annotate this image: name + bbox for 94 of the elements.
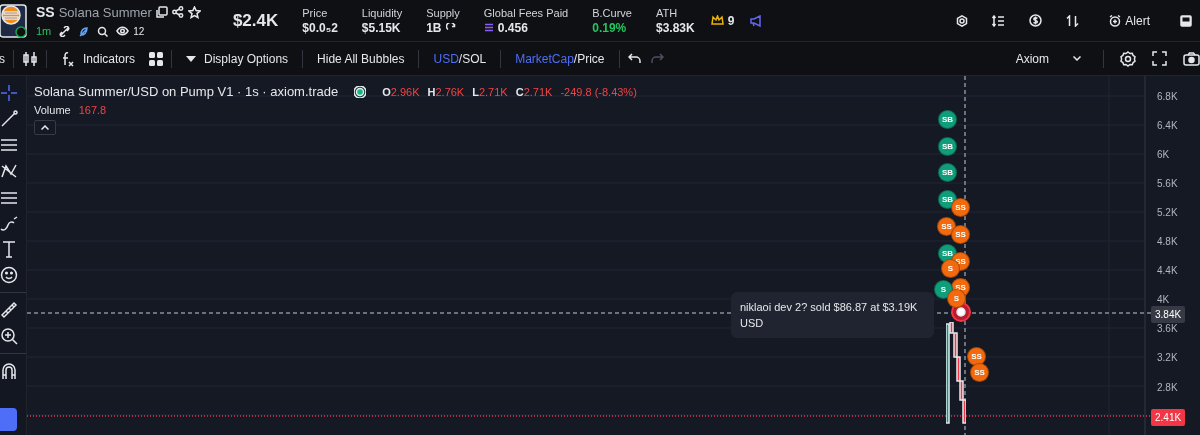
stat-value: $5.15K	[361, 19, 401, 36]
panel-icon[interactable]	[1180, 14, 1192, 27]
axis-label: 6K	[1157, 148, 1170, 162]
undo-icon[interactable]	[627, 52, 642, 65]
settings-icon[interactable]	[1120, 50, 1136, 67]
watcher-count: 12	[133, 24, 145, 39]
axis-label: 4.8K	[1157, 235, 1178, 249]
list-icon[interactable]	[992, 14, 1006, 27]
volume-value: 167.8	[78, 103, 107, 118]
trade-tooltip: niklaoi dev 2? sold $86.87 at $3.19K USD	[731, 292, 934, 338]
axis-label: 5.2K	[1157, 206, 1178, 220]
trade-bubble: SS	[970, 363, 989, 382]
stat-value: $3.83K	[655, 19, 695, 36]
hide-bubbles-button[interactable]: Hide All Bubbles	[311, 47, 411, 70]
chart-title: Solana Summer/USD on Pump V1 · 1s · axiom.trade	[34, 83, 339, 101]
function-icon	[61, 50, 75, 67]
ohlc-value: L2.71K	[472, 84, 508, 100]
ruler-icon[interactable]	[0, 301, 18, 319]
axis-label: 3.6K	[1157, 322, 1178, 336]
ohlc-value: O2.96K	[382, 84, 420, 100]
last-price: 2.41K	[1151, 409, 1186, 426]
axis-label: 3.2K	[1157, 351, 1178, 365]
crown-icon	[710, 15, 724, 26]
unit-toggle[interactable]: USD/SOL	[427, 47, 493, 70]
trade-bubble: SS	[937, 217, 956, 236]
trade-bubble: SS	[967, 347, 986, 366]
stat-label: Price	[302, 5, 329, 20]
alert-button[interactable]: Alert	[1103, 9, 1156, 32]
trade-bubble: SB	[938, 163, 957, 182]
stat-label: Supply	[426, 5, 460, 20]
smiley-icon[interactable]	[0, 266, 18, 284]
unit-toggle[interactable]: MarketCap/Price	[509, 47, 611, 70]
source-dropdown[interactable]: Axiom	[1009, 47, 1087, 70]
crosshair-icon[interactable]	[0, 84, 18, 102]
text-icon[interactable]	[0, 240, 18, 258]
status-dot	[354, 85, 367, 98]
trade-bubble: SB	[938, 110, 957, 129]
star-icon[interactable]	[187, 5, 201, 19]
stat-label: Global Fees Paid	[483, 5, 569, 20]
display-options-button[interactable]: Display Options	[180, 47, 295, 70]
grid-icon[interactable]	[149, 51, 164, 66]
token-age: 1m	[36, 23, 52, 39]
caret-icon	[186, 55, 197, 62]
stat-value: 0.456	[497, 19, 528, 36]
share-icon[interactable]	[171, 6, 184, 19]
price-change: -249.8 (-8.43%)	[560, 84, 637, 100]
trade-bubble: SS	[951, 225, 970, 244]
token-ticker: SS	[36, 2, 55, 22]
axis-label: 4K	[1157, 293, 1170, 307]
axis-label: 2.8K	[1157, 381, 1178, 395]
axis-label: 5.6K	[1157, 177, 1178, 191]
eye-icon	[116, 26, 130, 36]
trade-bubble: SB	[938, 137, 957, 156]
axis-label: 6.4K	[1157, 119, 1178, 133]
settings-icon[interactable]	[956, 14, 969, 27]
volume-label: Volume	[34, 103, 71, 118]
stat-label: B.Curve	[592, 5, 632, 20]
trend-line-icon[interactable]	[0, 110, 18, 128]
token-logo	[0, 2, 28, 39]
link-icon[interactable]	[59, 25, 71, 37]
market-cap: $2.4K	[232, 9, 279, 32]
search-icon[interactable]	[97, 25, 109, 37]
crosshair-price: 3.84K	[1151, 306, 1186, 323]
stat-value: 1B	[426, 19, 442, 36]
stat-label: ATH	[655, 5, 679, 20]
lines-icon[interactable]	[0, 136, 18, 154]
stack-icon	[483, 23, 494, 32]
axis-label: 6.8K	[1157, 90, 1178, 104]
stat-value: 0.19%	[592, 19, 627, 36]
refresh-icon	[445, 22, 456, 33]
indicators-button[interactable]: Indicators	[55, 47, 142, 70]
ohlc-value: C2.71K	[515, 84, 553, 100]
token-name: Solana Summer	[58, 3, 152, 22]
pattern-icon[interactable]	[0, 162, 18, 180]
toolbar-label: s	[0, 50, 5, 68]
collapse-button[interactable]	[34, 120, 56, 135]
fullscreen-icon[interactable]	[1152, 51, 1167, 66]
chevron-icon	[1073, 56, 1081, 61]
stat-label: Liquidity	[361, 5, 403, 20]
candles-icon[interactable]	[22, 50, 38, 67]
crown-count: 9	[727, 12, 735, 29]
magnet-icon[interactable]	[0, 362, 18, 380]
dollar-icon[interactable]	[1029, 14, 1043, 27]
ohlc-value: H2.76K	[427, 84, 465, 100]
stat-value: $0.0₅2	[302, 19, 338, 36]
swap-icon[interactable]	[1066, 14, 1080, 27]
feather-icon[interactable]	[78, 25, 90, 37]
zoom-in-icon[interactable]	[0, 327, 18, 345]
camera-icon[interactable]	[1183, 51, 1200, 66]
brush-icon[interactable]	[0, 214, 18, 232]
axis-label: 4.4K	[1157, 264, 1178, 278]
alarm-icon	[1109, 14, 1122, 27]
copy-icon[interactable]	[155, 6, 168, 19]
chevron-icon	[41, 125, 49, 130]
